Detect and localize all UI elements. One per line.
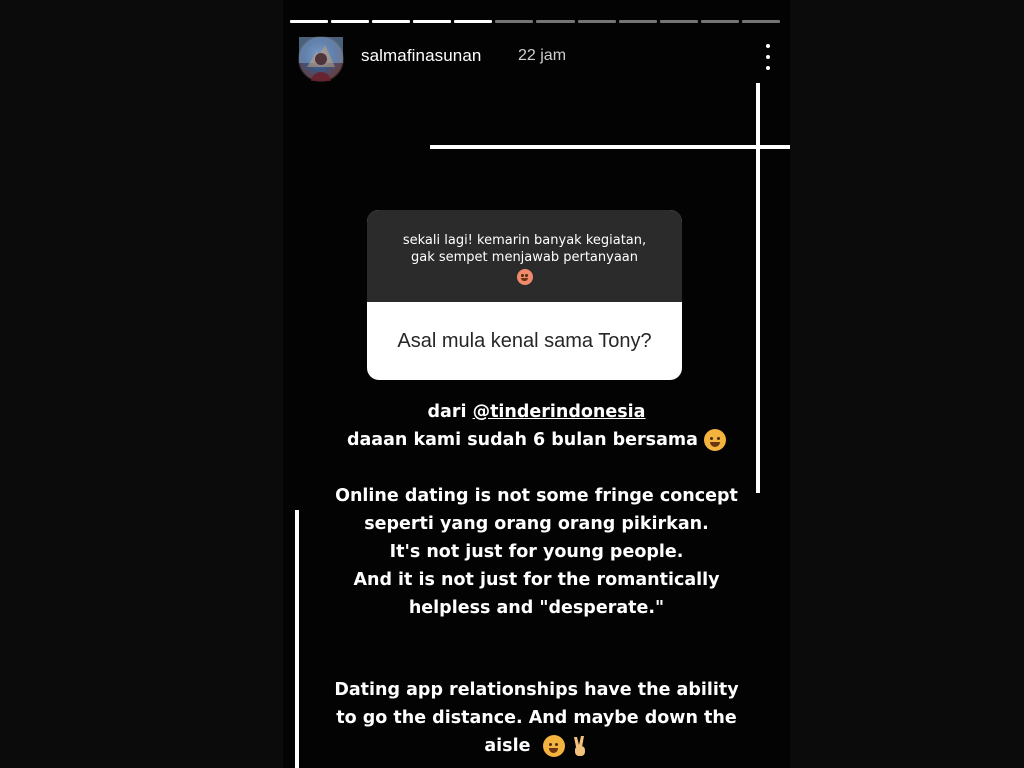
question-sticker-prompt: sekali lagi! kemarin banyak kegiatan, ga… bbox=[367, 210, 682, 302]
answer-line-2: daaan kami sudah 6 bulan bersama bbox=[346, 430, 698, 450]
victory-hand-emoji-icon bbox=[571, 735, 589, 757]
decorative-line-horizontal bbox=[430, 145, 790, 149]
progress-segment bbox=[618, 20, 657, 23]
progress-segment bbox=[577, 20, 616, 23]
para2-line: seperti yang orang orang pikirkan. bbox=[364, 514, 709, 534]
avatar-photo bbox=[299, 37, 343, 81]
story-progress-bar bbox=[290, 20, 780, 23]
para2-line: helpless and "desperate." bbox=[408, 598, 665, 618]
username[interactable]: salmafinasunan bbox=[361, 46, 481, 66]
para2-line: It's not just for young people. bbox=[389, 542, 684, 562]
prompt-line-1: sekali lagi! kemarin banyak kegiatan, bbox=[402, 233, 647, 248]
avatar[interactable] bbox=[298, 36, 344, 82]
story-viewer: salmafinasunan 22 jam sekali lagi! kemar… bbox=[283, 0, 790, 768]
para3-line-3: aisle bbox=[484, 736, 531, 756]
more-vertical-icon[interactable] bbox=[762, 44, 774, 70]
progress-segment bbox=[331, 20, 370, 23]
decorative-line-vertical-left bbox=[295, 510, 299, 768]
grinning-squinting-emoji-icon bbox=[704, 429, 727, 451]
post-time: 22 jam bbox=[518, 47, 567, 64]
para3-line-2: to go the distance. And maybe down the bbox=[336, 708, 737, 728]
progress-segment bbox=[413, 20, 452, 23]
para2-line: Online dating is not some fringe concept bbox=[335, 486, 738, 506]
answer-intro: dari @tinderindonesia daaan kami sudah 6… bbox=[313, 398, 760, 454]
beaming-face-emoji-icon bbox=[542, 735, 565, 757]
hot-face-emoji-icon bbox=[516, 268, 533, 285]
progress-segment bbox=[290, 20, 329, 23]
progress-segment bbox=[700, 20, 739, 23]
story-header: salmafinasunan 22 jam bbox=[298, 34, 778, 82]
progress-segment bbox=[741, 20, 780, 23]
answer-paragraph-2: Online dating is not some fringe concept… bbox=[313, 482, 760, 622]
para3-line-1: Dating app relationships have the abilit… bbox=[334, 680, 739, 700]
question-sticker[interactable]: sekali lagi! kemarin banyak kegiatan, ga… bbox=[367, 210, 682, 380]
answer-line-prefix: dari bbox=[427, 402, 473, 422]
progress-segment bbox=[372, 20, 411, 23]
mention-link[interactable]: @tinderindonesia bbox=[473, 402, 646, 422]
prompt-line-2: gak sempet menjawab pertanyaan bbox=[410, 250, 639, 265]
para2-line: And it is not just for the romantically bbox=[353, 570, 720, 590]
progress-segment bbox=[659, 20, 698, 23]
progress-segment bbox=[454, 20, 493, 23]
progress-segment bbox=[536, 20, 575, 23]
progress-segment bbox=[495, 20, 534, 23]
question-text: Asal mula kenal sama Tony? bbox=[397, 329, 652, 352]
answer-paragraph-3: Dating app relationships have the abilit… bbox=[313, 676, 760, 760]
